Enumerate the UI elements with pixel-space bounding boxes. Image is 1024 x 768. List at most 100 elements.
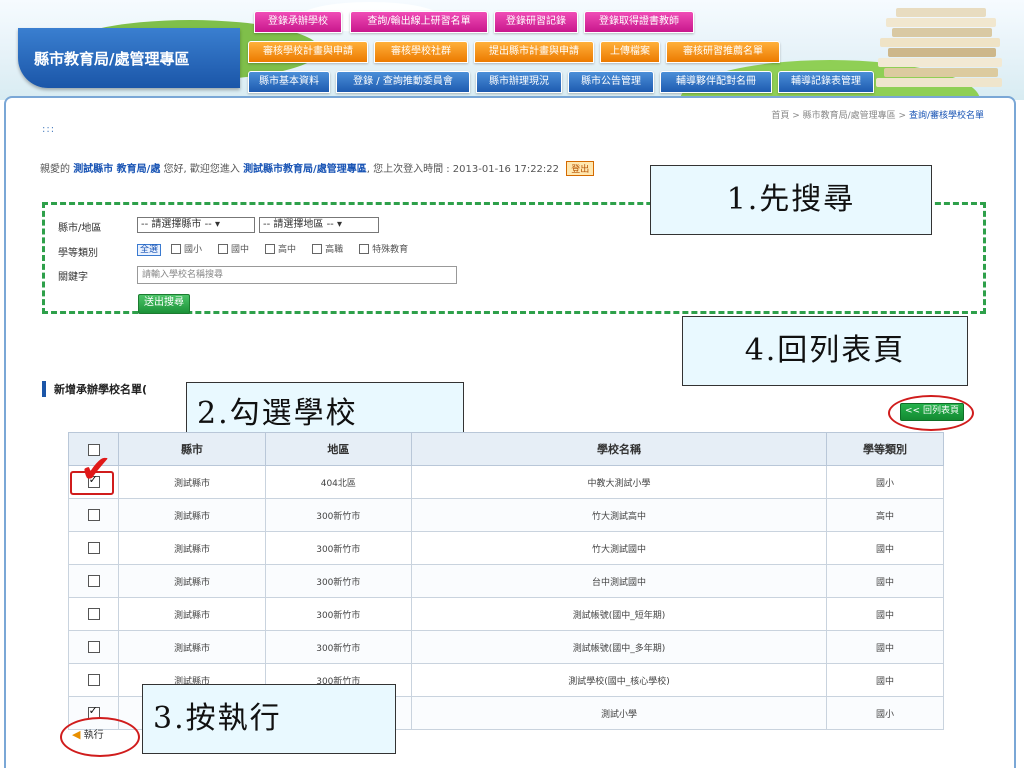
select-all-button[interactable]: 全選	[137, 244, 162, 256]
tab-county-basic-info[interactable]: 縣市基本資料	[248, 71, 330, 93]
row-checkbox-cell[interactable]	[67, 531, 120, 565]
row-checkbox-cell[interactable]	[67, 597, 120, 631]
tab-query-online-list[interactable]: 查詢/輸出線上研習名單	[350, 11, 488, 33]
row-checkbox[interactable]	[87, 608, 100, 620]
cell-type: 國中	[826, 531, 944, 565]
cell-type: 國中	[826, 597, 944, 631]
dots-icon: :::	[42, 124, 56, 135]
callout-step3: 3.按執行	[142, 684, 396, 754]
cell-type: 國小	[826, 696, 944, 730]
table-row: 測試縣市 404北區 中教大測試小學 國小	[67, 465, 944, 499]
tab-county-status[interactable]: 縣市辦理現況	[476, 71, 562, 93]
tab-county-plan[interactable]: 提出縣市計畫與申請	[474, 41, 594, 63]
cell-type: 國中	[826, 663, 944, 697]
tab-register-certified[interactable]: 登錄取得證書教師	[584, 11, 694, 33]
type-label: 學等類別	[58, 248, 98, 259]
keyword-input[interactable]: 請輸入學校名稱搜尋	[137, 266, 457, 284]
red-checkmark-icon: ✔	[80, 447, 112, 491]
cell-district: 300新竹市	[264, 498, 413, 532]
header-school: 學校名稱	[411, 432, 828, 466]
county-label: 縣市/地區	[58, 223, 102, 234]
district-select[interactable]: -- 請選擇地區 -- ▾	[259, 217, 379, 233]
tab-review-recommend[interactable]: 審核研習推薦名單	[666, 41, 780, 63]
checkbox-special[interactable]	[358, 244, 369, 254]
tab-committee[interactable]: 登錄 / 查詢推動委員會	[336, 71, 470, 93]
books-decoration	[866, 2, 1006, 98]
checkbox-vocational[interactable]	[311, 244, 322, 254]
cell-district: 300新竹市	[264, 564, 413, 598]
execute-highlight	[60, 717, 140, 757]
chevron-down-icon: ▾	[336, 219, 343, 230]
cell-type: 國中	[826, 630, 944, 664]
cell-school: 測試帳號(國中_多年期)	[411, 630, 828, 664]
cell-school: 竹大測試高中	[411, 498, 828, 532]
tab-review-school-plan[interactable]: 審核學校計畫與申請	[248, 41, 368, 63]
county-select[interactable]: -- 請選擇縣市 -- ▾	[137, 217, 255, 233]
district-select-value: -- 請選擇地區 --	[263, 219, 334, 230]
welcome-message: 親愛的 測試縣市 教育局/處 您好, 歡迎您進入 測試縣市教育局/處管理專區, …	[40, 160, 595, 176]
site-title[interactable]: 縣市教育局/處管理專區	[18, 28, 240, 88]
row-checkbox-cell[interactable]	[67, 564, 120, 598]
row-checkbox-cell[interactable]	[67, 663, 120, 697]
cell-school: 測試小學	[411, 696, 828, 730]
submit-search-button[interactable]: 送出搜尋	[138, 294, 190, 314]
table-row: 測試縣市 300新竹市 測試帳號(國中_短年期) 國中	[67, 597, 944, 631]
tab-partner-roster[interactable]: 輔導夥伴配對名冊	[660, 71, 772, 93]
option-junior-label: 國中	[231, 245, 250, 255]
cell-county: 測試縣市	[118, 498, 266, 532]
tab-county-announce[interactable]: 縣市公告管理	[568, 71, 654, 93]
row-checkbox-cell[interactable]	[67, 498, 120, 532]
option-vocational-label: 高職	[325, 245, 344, 255]
row-checkbox[interactable]	[87, 575, 100, 587]
logout-button[interactable]: 登出	[566, 161, 595, 176]
row-checkbox[interactable]	[87, 674, 100, 686]
option-special-label: 特殊教育	[372, 245, 409, 255]
row-checkbox[interactable]	[87, 542, 100, 554]
cell-district: 300新竹市	[264, 531, 413, 565]
row-checkbox-cell[interactable]	[67, 630, 120, 664]
welcome-prefix: 親愛的	[40, 164, 70, 175]
cell-county: 測試縣市	[118, 531, 266, 565]
tab-upload-file[interactable]: 上傳檔案	[600, 41, 660, 63]
table-row: 測試縣市 300新竹市 台中測試國中 國中	[67, 564, 944, 598]
section-title: 新增承辦學校名單(	[42, 381, 147, 397]
header-district: 地區	[264, 432, 413, 466]
cell-county: 測試縣市	[118, 630, 266, 664]
cell-school: 中教大測試小學	[411, 465, 828, 499]
cell-school: 測試學校(國中_核心學校)	[411, 663, 828, 697]
back-button-highlight	[888, 395, 974, 431]
table-row: 測試縣市 300新竹市 測試帳號(國中_多年期) 國中	[67, 630, 944, 664]
callout-step1: 1.先搜尋	[650, 165, 932, 235]
cell-school: 台中測試國中	[411, 564, 828, 598]
row-checkbox[interactable]	[87, 509, 100, 521]
tab-register-records[interactable]: 登錄研習記錄	[494, 11, 578, 33]
cell-type: 國小	[826, 465, 944, 499]
cell-type: 高中	[826, 498, 944, 532]
table-row: 測試縣市 300新竹市 竹大測試高中 高中	[67, 498, 944, 532]
option-elementary-label: 國小	[184, 245, 203, 255]
cell-district: 300新竹市	[264, 630, 413, 664]
keyword-label: 關鍵字	[58, 272, 88, 283]
cell-county: 測試縣市	[118, 465, 266, 499]
callout-step4: 4.回列表頁	[682, 316, 968, 386]
tab-register-host-school[interactable]: 登錄承辦學校	[254, 11, 342, 33]
checkbox-senior[interactable]	[264, 244, 275, 254]
header-type: 學等類別	[826, 432, 944, 466]
checkbox-junior[interactable]	[217, 244, 228, 254]
breadcrumb-current[interactable]: 查詢/審核學校名單	[909, 111, 984, 121]
tab-review-community[interactable]: 審核學校社群	[374, 41, 468, 63]
breadcrumb-path[interactable]: 首頁 > 縣市教育局/處管理專區 >	[771, 111, 909, 121]
table-header-row: 縣市 地區 學校名稱 學等類別	[67, 432, 944, 466]
checkbox-elementary[interactable]	[170, 244, 181, 254]
row-checkbox[interactable]	[87, 641, 100, 653]
chevron-down-icon: ▾	[214, 219, 221, 230]
cell-school: 竹大測試國中	[411, 531, 828, 565]
last-login-time: , 您上次登入時間 : 2013-01-16 17:22:22	[366, 164, 560, 175]
cell-school: 測試帳號(國中_短年期)	[411, 597, 828, 631]
cell-district: 404北區	[264, 465, 413, 499]
table-row: 測試縣市 300新竹市 竹大測試國中 國中	[67, 531, 944, 565]
cell-district: 300新竹市	[264, 597, 413, 631]
option-senior-label: 高中	[278, 245, 297, 255]
tab-record-manage[interactable]: 輔導記錄表管理	[778, 71, 874, 93]
breadcrumb: 首頁 > 縣市教育局/處管理專區 > 查詢/審核學校名單	[771, 108, 984, 121]
